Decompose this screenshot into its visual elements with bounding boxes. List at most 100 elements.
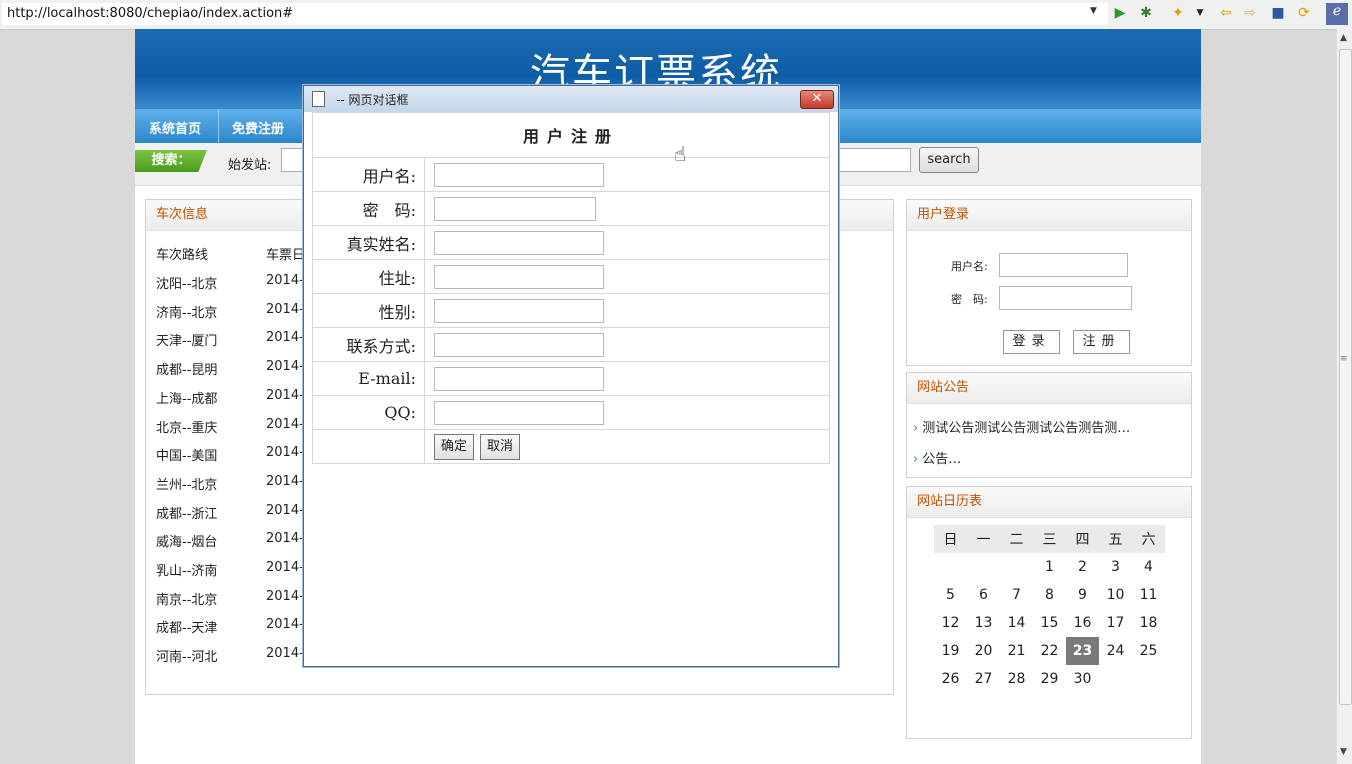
- close-button[interactable]: ✕: [800, 90, 834, 109]
- calendar-day[interactable]: 12: [934, 609, 967, 637]
- go-icon[interactable]: ▶: [1112, 5, 1128, 21]
- calendar-day[interactable]: 26: [934, 665, 967, 693]
- trip-route[interactable]: 成都--浙江: [156, 503, 217, 522]
- trip-route[interactable]: 上海--成都: [156, 388, 217, 407]
- notices-panel: 网站公告 测试公告测试公告测试公告测告测… 公告…: [906, 372, 1192, 478]
- hand-cursor-icon: ☝: [674, 142, 687, 166]
- address-dropdown-icon[interactable]: ▼: [1090, 6, 1097, 16]
- calendar-day[interactable]: 6: [967, 581, 1000, 609]
- favorites-icon[interactable]: ✦: [1170, 5, 1186, 21]
- trip-route[interactable]: 南京--北京: [156, 589, 217, 608]
- calendar-day[interactable]: 19: [934, 637, 967, 665]
- calendar-day[interactable]: 17: [1099, 609, 1132, 637]
- date-column-header: 车票日: [266, 248, 306, 263]
- confirm-button[interactable]: 确定: [434, 433, 475, 460]
- calendar-day[interactable]: 10: [1099, 581, 1132, 609]
- calendar-day[interactable]: 8: [1033, 581, 1066, 609]
- refresh-icon[interactable]: ⟳: [1296, 5, 1312, 21]
- calendar-day[interactable]: 23: [1066, 637, 1099, 665]
- calendar-day[interactable]: 29: [1033, 665, 1066, 693]
- calendar-day[interactable]: 25: [1132, 637, 1165, 665]
- weekday-header: 四: [1066, 525, 1099, 553]
- calendar-day[interactable]: 24: [1099, 637, 1132, 665]
- trip-route[interactable]: 河南--河北: [156, 646, 217, 665]
- trip-date: 2014-: [266, 301, 304, 317]
- nav-register[interactable]: 免费注册: [232, 118, 284, 137]
- trip-route[interactable]: 中国--美国: [156, 445, 217, 464]
- form-field-label: 真实姓名:: [312, 225, 425, 260]
- form-field-input[interactable]: [434, 401, 604, 425]
- weekday-header: 三: [1033, 525, 1066, 553]
- form-field-label: 用户名:: [312, 157, 425, 192]
- calendar-day[interactable]: 2: [1066, 553, 1099, 581]
- calendar-day[interactable]: 22: [1033, 637, 1066, 665]
- form-field-input[interactable]: [434, 367, 604, 391]
- calendar-day: [1132, 665, 1165, 693]
- notice-item[interactable]: 测试公告测试公告测试公告测告测…: [913, 417, 1130, 436]
- trip-route[interactable]: 乳山--济南: [156, 560, 217, 579]
- login-button[interactable]: 登录: [1003, 330, 1060, 354]
- form-field-input[interactable]: [434, 333, 604, 357]
- form-field-label: 性别:: [312, 293, 425, 328]
- form-field-input[interactable]: [434, 299, 604, 323]
- calendar-day[interactable]: 4: [1132, 553, 1165, 581]
- calendar-day[interactable]: 9: [1066, 581, 1099, 609]
- form-field-input[interactable]: [434, 197, 596, 221]
- calendar-day[interactable]: 27: [967, 665, 1000, 693]
- calendar-day[interactable]: 21: [1000, 637, 1033, 665]
- back-icon[interactable]: ⇦: [1218, 5, 1234, 21]
- login-panel: 用户登录 用户名: 密 码: 登录 注册: [906, 199, 1192, 366]
- form-field-cell: [424, 225, 830, 260]
- form-actions-spacer: [312, 429, 425, 464]
- trip-route[interactable]: 济南--北京: [156, 302, 217, 321]
- trip-route[interactable]: 成都--昆明: [156, 359, 217, 378]
- trip-date: 2014-: [266, 359, 304, 375]
- debug-icon[interactable]: ✱: [1138, 5, 1154, 21]
- calendar-day[interactable]: 18: [1132, 609, 1165, 637]
- trip-date: 2014-: [266, 646, 304, 662]
- login-username-input[interactable]: [999, 253, 1128, 277]
- form-field-label: 密 码:: [312, 191, 425, 226]
- search-button[interactable]: search: [919, 147, 979, 173]
- favorites-dropdown-icon[interactable]: ▼: [1192, 5, 1208, 21]
- calendar-day[interactable]: 11: [1132, 581, 1165, 609]
- calendar-day[interactable]: 16: [1066, 609, 1099, 637]
- calendar-day[interactable]: 30: [1066, 665, 1099, 693]
- end-station-input[interactable]: [835, 148, 911, 172]
- form-field-input[interactable]: [434, 265, 604, 289]
- address-bar[interactable]: http://localhost:8080/chepiao/index.acti…: [2, 3, 1108, 25]
- trip-route[interactable]: 威海--烟台: [156, 531, 217, 550]
- vertical-scrollbar[interactable]: ▲ ≡ ▼: [1336, 29, 1352, 764]
- calendar-day[interactable]: 13: [967, 609, 1000, 637]
- cancel-button[interactable]: 取消: [480, 433, 521, 460]
- calendar-day[interactable]: 3: [1099, 553, 1132, 581]
- forward-icon[interactable]: ⇨: [1242, 5, 1258, 21]
- trip-route[interactable]: 北京--重庆: [156, 417, 217, 436]
- calendar-day[interactable]: 28: [1000, 665, 1033, 693]
- form-field-input[interactable]: [434, 231, 604, 255]
- calendar-day[interactable]: 20: [967, 637, 1000, 665]
- trip-route[interactable]: 成都--天津: [156, 617, 217, 636]
- browser-toolbar: http://localhost:8080/chepiao/index.acti…: [0, 0, 1352, 30]
- calendar-day[interactable]: 5: [934, 581, 967, 609]
- calendar-day[interactable]: 7: [1000, 581, 1033, 609]
- form-field-cell: [424, 259, 830, 294]
- dialog-titlebar[interactable]: -- 网页对话框 ✕: [304, 86, 838, 112]
- notice-item[interactable]: 公告…: [913, 448, 961, 467]
- scroll-down-icon[interactable]: ▼: [1340, 747, 1347, 757]
- form-field-cell: [424, 191, 830, 226]
- calendar-day[interactable]: 1: [1033, 553, 1066, 581]
- scroll-up-icon[interactable]: ▲: [1340, 33, 1347, 43]
- calendar-day[interactable]: 15: [1033, 609, 1066, 637]
- trip-route[interactable]: 沈阳--北京: [156, 273, 217, 292]
- form-field-input[interactable]: [434, 163, 604, 187]
- trip-route[interactable]: 天津--厦门: [156, 330, 217, 349]
- eclipse-icon[interactable]: ℯ: [1326, 3, 1348, 25]
- stop-icon[interactable]: ■: [1270, 5, 1286, 21]
- scrollbar-thumb[interactable]: [1339, 49, 1352, 705]
- login-password-input[interactable]: [999, 286, 1132, 310]
- register-button[interactable]: 注册: [1073, 330, 1130, 354]
- trip-route[interactable]: 兰州--北京: [156, 474, 217, 493]
- nav-home[interactable]: 系统首页: [149, 118, 201, 137]
- calendar-day[interactable]: 14: [1000, 609, 1033, 637]
